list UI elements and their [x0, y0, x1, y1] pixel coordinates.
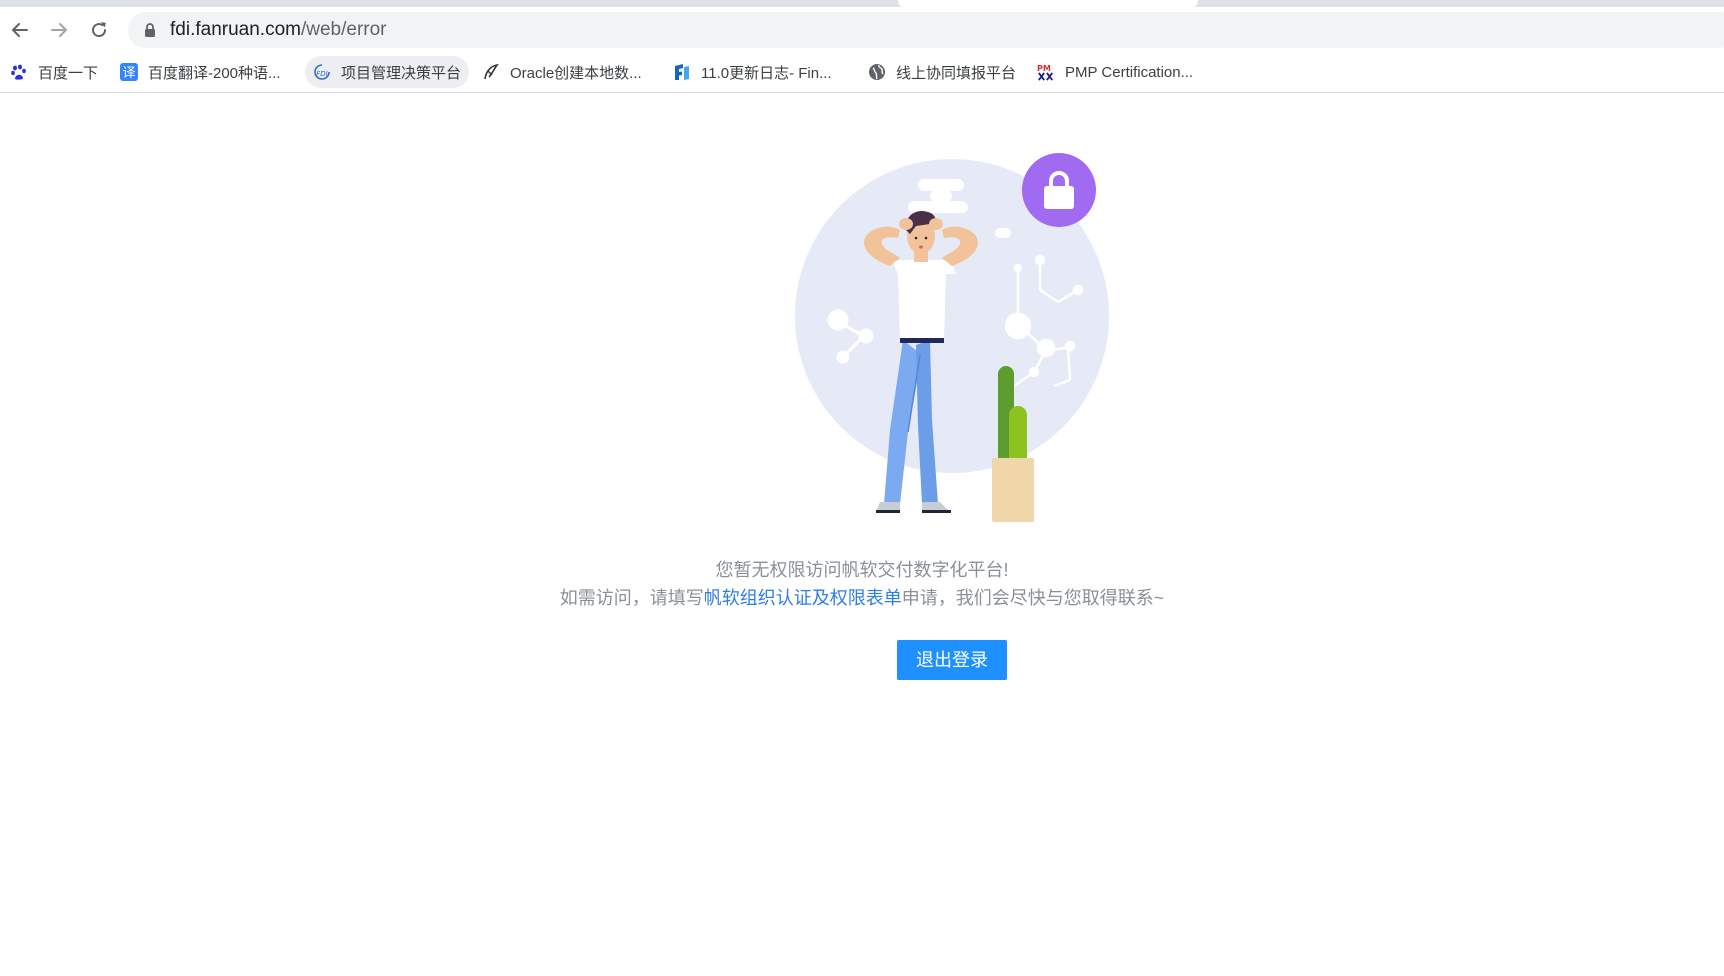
forward-button[interactable]	[44, 15, 74, 45]
permission-form-link[interactable]: 帆软组织认证及权限表单	[704, 588, 902, 608]
no-permission-illustration	[795, 153, 1109, 522]
reload-icon	[92, 22, 107, 38]
reload-button[interactable]	[84, 15, 114, 45]
url-path: /web/error	[300, 19, 387, 40]
browser-toolbar: fdi.fanruan.com/web/error	[0, 7, 1724, 52]
bookmark-project-platform[interactable]: FDI 项目管理决策平台	[305, 56, 470, 88]
pmp-logo-icon: PM	[1037, 63, 1055, 81]
bookmark-label: 11.0更新日志- Fin...	[701, 64, 832, 82]
bookmark-label: PMP Certification...	[1065, 63, 1194, 81]
url-host: fdi.fanruan.com	[170, 19, 301, 40]
bookmark-baidu[interactable]: 百度一下	[2, 56, 106, 88]
svg-text:PM: PM	[1037, 63, 1051, 73]
bookmark-label: 百度翻译-200种语...	[148, 64, 281, 82]
bookmark-label: Oracle创建本地数...	[510, 64, 642, 82]
address-bar[interactable]: fdi.fanruan.com/web/error	[128, 12, 1724, 48]
bookmark-label: 线上协同填报平台	[896, 64, 1017, 82]
access-instruction-message: 如需访问，请填写帆软组织认证及权限表单申请，我们会尽快与您取得联系~	[0, 584, 1724, 610]
bookmark-baidu-translate[interactable]: 译 百度翻译-200种语...	[112, 56, 289, 88]
translate-icon: 译	[120, 63, 138, 81]
bookmark-pmp[interactable]: PM PMP Certification...	[1029, 56, 1201, 88]
bookmark-update-log[interactable]: 11.0更新日志- Fin...	[665, 56, 840, 88]
bookmark-oracle[interactable]: Oracle创建本地数...	[474, 56, 650, 88]
url-text[interactable]: fdi.fanruan.com/web/error	[170, 12, 387, 48]
globe-icon	[868, 63, 886, 81]
back-button[interactable]	[5, 15, 35, 45]
oracle-feather-icon	[482, 63, 500, 81]
instruction-suffix: 申请，我们会尽快与您取得联系~	[901, 588, 1165, 608]
lock-icon	[145, 23, 155, 37]
logout-button[interactable]: 退出登录	[897, 640, 1007, 680]
tab-strip	[0, 0, 1724, 7]
bookmark-collab-platform[interactable]: 线上协同填报平台	[860, 56, 1024, 88]
bookmark-label: 项目管理决策平台	[341, 64, 462, 82]
arrow-right-icon	[51, 23, 67, 37]
arrow-left-icon	[12, 23, 28, 37]
fdi-logo-icon: FDI	[313, 63, 331, 81]
bookmark-label: 百度一下	[38, 64, 99, 82]
bookmarks-bar: 百度一下 译 百度翻译-200种语... FDI 项目管理决策平台 Oracle…	[0, 52, 1724, 93]
instruction-prefix: 如需访问，请填写	[559, 588, 704, 608]
finereport-logo-icon	[673, 63, 691, 81]
lock-badge-icon	[1022, 153, 1096, 227]
plant-pot	[992, 458, 1034, 522]
svg-text:译: 译	[122, 66, 135, 81]
active-tab[interactable]	[898, 0, 1198, 7]
no-permission-message: 您暂无权限访问帆软交付数字化平台!	[715, 560, 1009, 580]
svg-text:FDI: FDI	[316, 70, 327, 78]
baidu-paw-icon	[10, 63, 28, 81]
